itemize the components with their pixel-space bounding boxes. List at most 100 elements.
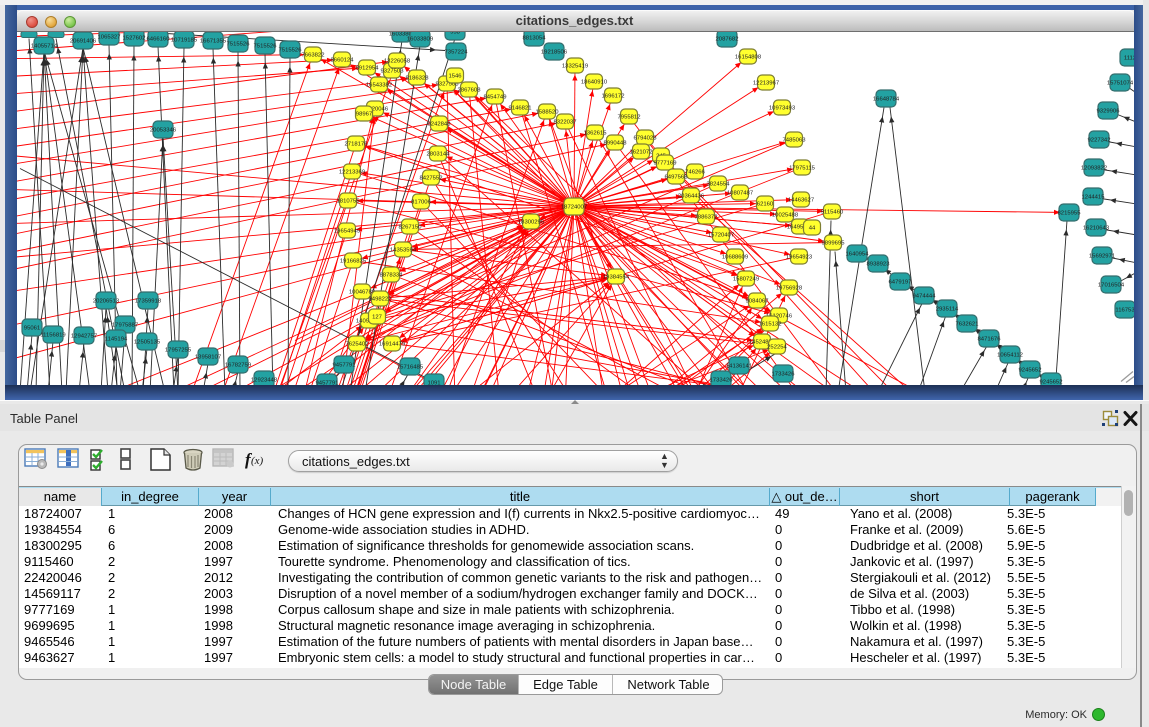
svg-text:1640954: 1640954 bbox=[846, 251, 870, 257]
svg-text:1696172: 1696172 bbox=[602, 93, 625, 99]
svg-text:9245652: 9245652 bbox=[1019, 367, 1042, 373]
svg-text:1091: 1091 bbox=[427, 380, 440, 385]
svg-text:958: 958 bbox=[450, 32, 461, 36]
svg-text:14136141: 14136141 bbox=[726, 363, 752, 369]
svg-text:13958107: 13958107 bbox=[195, 354, 221, 360]
svg-text:1244415: 1244415 bbox=[1082, 194, 1106, 200]
svg-text:2718176: 2718176 bbox=[345, 141, 369, 147]
svg-text:8938923: 8938923 bbox=[867, 261, 891, 267]
svg-text:(x): (x) bbox=[251, 455, 264, 467]
svg-text:10654112: 10654112 bbox=[997, 352, 1023, 358]
svg-text:2935114: 2935114 bbox=[936, 306, 959, 312]
svg-text:2867608: 2867608 bbox=[458, 87, 482, 93]
svg-text:6497568: 6497568 bbox=[665, 174, 689, 180]
svg-text:20691406: 20691406 bbox=[70, 38, 97, 44]
svg-text:8215955: 8215955 bbox=[1058, 210, 1082, 216]
svg-text:14055714: 14055714 bbox=[31, 43, 58, 49]
svg-text:8322037: 8322037 bbox=[554, 119, 577, 125]
svg-text:12505135: 12505135 bbox=[134, 339, 161, 345]
svg-text:7515526: 7515526 bbox=[254, 43, 278, 49]
svg-text:20364436: 20364436 bbox=[678, 193, 705, 199]
svg-text:12093822: 12093822 bbox=[1081, 165, 1107, 171]
svg-text:7625402: 7625402 bbox=[346, 341, 369, 347]
svg-text:15692971: 15692971 bbox=[1089, 253, 1115, 259]
svg-text:19756928: 19756928 bbox=[776, 285, 803, 291]
svg-text:9777169: 9777169 bbox=[654, 160, 677, 166]
svg-text:8427552: 8427552 bbox=[420, 175, 443, 181]
svg-text:16671355: 16671355 bbox=[200, 38, 227, 44]
svg-text:7515526: 7515526 bbox=[227, 41, 251, 47]
svg-text:1588520: 1588520 bbox=[536, 109, 560, 115]
svg-text:7357224: 7357224 bbox=[445, 49, 469, 55]
svg-text:15751074: 15751074 bbox=[1107, 80, 1134, 86]
svg-text:9474444: 9474444 bbox=[913, 293, 937, 299]
svg-text:7632621: 7632621 bbox=[956, 321, 979, 327]
svg-text:14463627: 14463627 bbox=[788, 197, 814, 203]
svg-text:16543382: 16543382 bbox=[366, 82, 392, 88]
svg-text:17975115: 17975115 bbox=[789, 165, 815, 171]
svg-text:2803144: 2803144 bbox=[427, 151, 451, 157]
svg-text:1065327: 1065327 bbox=[98, 34, 121, 40]
svg-text:7663822: 7663822 bbox=[302, 52, 325, 58]
svg-text:6794028: 6794028 bbox=[634, 135, 658, 141]
svg-text:20053346: 20053346 bbox=[150, 127, 177, 133]
svg-text:15716485: 15716485 bbox=[397, 364, 424, 370]
svg-text:9327503: 9327503 bbox=[381, 68, 405, 74]
svg-text:1112: 1112 bbox=[1124, 55, 1134, 61]
svg-text:817006: 817006 bbox=[411, 199, 431, 205]
svg-text:19218506: 19218506 bbox=[541, 49, 568, 55]
svg-text:1621072: 1621072 bbox=[630, 149, 653, 155]
svg-text:8878334: 8878334 bbox=[380, 272, 404, 278]
svg-text:8267150: 8267150 bbox=[399, 224, 423, 230]
svg-text:19384554: 19384554 bbox=[603, 274, 630, 280]
svg-text:9457791: 9457791 bbox=[316, 380, 339, 385]
svg-text:10025488: 10025488 bbox=[772, 212, 799, 218]
svg-text:9227342: 9227342 bbox=[1088, 137, 1111, 143]
svg-text:19654945: 19654945 bbox=[334, 228, 361, 234]
svg-text:8471676: 8471676 bbox=[978, 336, 1002, 342]
svg-text:1145194: 1145194 bbox=[105, 336, 128, 342]
svg-text:2087682: 2087682 bbox=[716, 36, 739, 42]
svg-text:8813054: 8813054 bbox=[523, 35, 547, 41]
svg-text:9899695: 9899695 bbox=[822, 240, 846, 246]
svg-text:7515526: 7515526 bbox=[279, 47, 303, 53]
svg-text:8660124: 8660124 bbox=[331, 57, 355, 63]
svg-text:20206513: 20206513 bbox=[93, 298, 120, 304]
svg-text:44: 44 bbox=[809, 225, 816, 231]
svg-text:1546: 1546 bbox=[448, 73, 462, 79]
svg-text:10719185: 10719185 bbox=[171, 37, 198, 43]
svg-text:9457791: 9457791 bbox=[333, 362, 356, 368]
svg-text:252254: 252254 bbox=[767, 344, 787, 350]
svg-text:7485063: 7485063 bbox=[783, 137, 807, 143]
svg-text:16648784: 16648784 bbox=[873, 96, 900, 102]
svg-text:9329906: 9329906 bbox=[1097, 108, 1121, 114]
svg-text:62160: 62160 bbox=[757, 201, 774, 207]
svg-text:14353594: 14353594 bbox=[390, 247, 417, 253]
svg-text:12923448: 12923448 bbox=[251, 377, 278, 383]
svg-text:16782759: 16782759 bbox=[225, 362, 251, 368]
svg-text:9245652: 9245652 bbox=[1040, 379, 1063, 385]
svg-text:8454749: 8454749 bbox=[484, 94, 507, 100]
svg-text:17957255: 17957255 bbox=[165, 347, 192, 353]
svg-text:746266: 746266 bbox=[685, 169, 705, 175]
svg-text:13325419: 13325419 bbox=[562, 63, 588, 69]
svg-text:98967: 98967 bbox=[356, 111, 372, 117]
svg-text:1527602: 1527602 bbox=[123, 35, 146, 41]
svg-text:116753: 116753 bbox=[1115, 307, 1134, 313]
svg-text:15720407: 15720407 bbox=[708, 232, 734, 238]
svg-text:17359918: 17359918 bbox=[135, 298, 162, 304]
svg-text:19166825: 19166825 bbox=[340, 258, 367, 264]
svg-text:3824554: 3824554 bbox=[707, 181, 731, 187]
svg-text:12942757: 12942757 bbox=[71, 333, 97, 339]
svg-text:9115460: 9115460 bbox=[821, 209, 844, 215]
svg-text:11156819: 11156819 bbox=[40, 332, 65, 338]
svg-text:12213967: 12213967 bbox=[753, 80, 779, 86]
svg-text:19654923: 19654923 bbox=[786, 254, 813, 260]
svg-text:8186328: 8186328 bbox=[406, 75, 430, 81]
svg-text:16033809: 16033809 bbox=[407, 36, 433, 42]
svg-text:17975887: 17975887 bbox=[112, 322, 138, 328]
svg-text:10688609: 10688609 bbox=[722, 254, 748, 260]
svg-text:18640910: 18640910 bbox=[581, 79, 608, 85]
svg-text:1733426: 1733426 bbox=[710, 377, 734, 383]
svg-text:6466160: 6466160 bbox=[147, 36, 171, 42]
